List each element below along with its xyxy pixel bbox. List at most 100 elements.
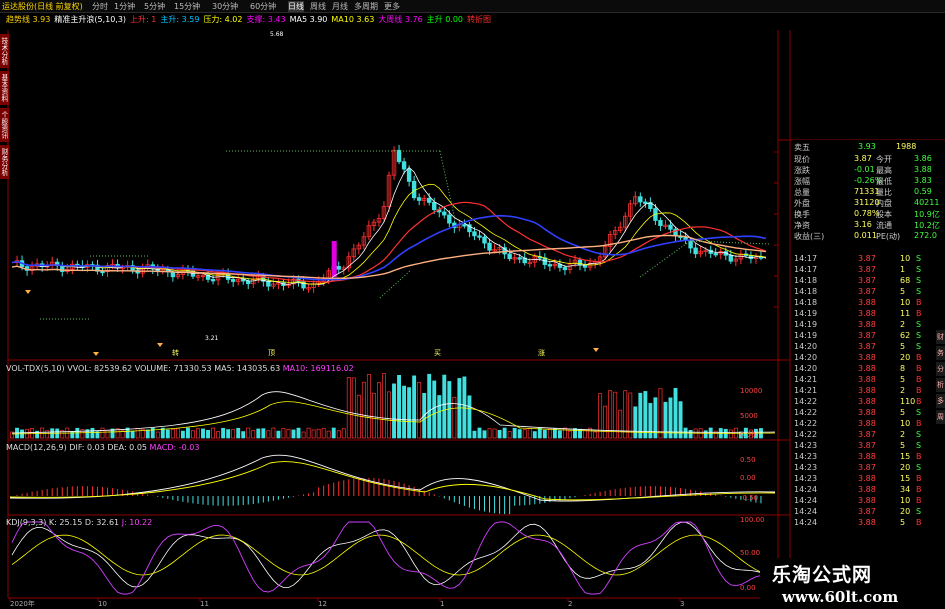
tick-row: 14:20 3.87 5 S (792, 342, 940, 353)
volume-bar (191, 430, 195, 439)
volume-bar (286, 428, 291, 439)
volume-bar (331, 427, 336, 439)
tick-cell: 2 (900, 430, 906, 439)
quote-stat-row: 现价 3.87 今开 3.86 (792, 154, 940, 165)
tick-cell: 15 (900, 452, 911, 461)
quote-cell: PE(动) (876, 232, 901, 241)
right-tab[interactable]: 务 (936, 346, 945, 360)
candle-body (427, 197, 432, 203)
tick-cell: 110 (900, 397, 916, 406)
quote-cell: 3.16 (854, 220, 872, 229)
volume-bar (492, 428, 497, 439)
tick-cell: 10 (900, 496, 911, 505)
date-axis-label: 3 (680, 600, 684, 608)
stop-line (639, 240, 691, 278)
volume-bar (40, 427, 45, 439)
tick-cell: 14:19 (794, 309, 818, 318)
tick-cell: 14:18 (794, 276, 818, 285)
candle-body (638, 196, 643, 203)
tick-cell: 5 (900, 287, 906, 296)
panel-axis-label: -0.50 (740, 494, 758, 502)
signal-label: 涨 (538, 348, 545, 357)
volume-bar (618, 409, 623, 439)
tick-row: 14:18 3.87 68 S (792, 276, 940, 287)
right-tab[interactable]: 分 (936, 362, 945, 376)
volume-bar (432, 380, 437, 439)
stop-line (689, 240, 771, 245)
tick-cell: B (916, 452, 922, 461)
quote-cell: 内盘 (876, 199, 892, 208)
right-tab[interactable]: 周 (936, 410, 945, 424)
tick-cell: 3.87 (858, 507, 876, 516)
tick-cell: 14:22 (794, 408, 818, 417)
right-tab[interactable]: 析 (936, 378, 945, 392)
tick-row: 14:18 3.88 10 B (792, 298, 940, 309)
tick-row: 14:19 3.87 62 S (792, 331, 940, 342)
tick-cell: 3.88 (858, 518, 876, 527)
tick-row: 14:20 3.88 20 B (792, 353, 940, 364)
volume-bar (522, 429, 527, 439)
tick-cell: 3.87 (858, 287, 876, 296)
tick-cell: 14:18 (794, 298, 818, 307)
candle-body (432, 201, 437, 211)
macd-title: MACD(12,26,9) DIF: 0.03 DEA: 0.05 MACD: … (6, 443, 200, 452)
tick-cell: S (916, 507, 922, 516)
right-tab[interactable]: 财 (936, 330, 945, 344)
tick-cell: 14:23 (794, 463, 818, 472)
tick-cell: 14:20 (794, 353, 818, 362)
stop-line (439, 150, 456, 221)
tick-cell: 3.88 (858, 386, 876, 395)
candle-body (396, 149, 402, 163)
right-tab[interactable]: 多 (936, 394, 945, 408)
tick-cell: 14:22 (794, 430, 818, 439)
quote-cell: 3.86 (914, 154, 932, 163)
quote-stat-row: 外盘 31120 内盘 40211 (792, 198, 940, 209)
tick-cell: B (916, 518, 922, 527)
tick-cell: 14:24 (794, 496, 818, 505)
tick-row: 14:20 3.88 8 B (792, 364, 940, 375)
tick-cell: 14:19 (794, 331, 818, 340)
tick-row: 14:23 3.87 20 S (792, 463, 940, 474)
quote-panel: 卖五 3.93 1988 现价 3.87 今开 3.86 涨跌 -0.01 最高 3.88 涨幅 -0.… (792, 140, 945, 609)
volume-bar (507, 431, 512, 439)
quote-cell: 3.83 (914, 176, 932, 185)
tick-cell: 14:21 (794, 375, 818, 384)
volume-bar (658, 388, 663, 439)
tick-row: 14:17 3.87 10 S (792, 254, 940, 265)
ask5-row: 卖五 3.93 1988 (792, 142, 940, 153)
candle-body (547, 264, 553, 267)
tick-cell: S (916, 342, 922, 351)
volume-bar (552, 428, 557, 439)
quote-cell: -0.01 (854, 165, 875, 174)
tick-cell: B (916, 298, 922, 307)
volume-bar (336, 430, 341, 439)
volume-bar (266, 430, 271, 439)
candle-body (507, 253, 512, 260)
volume-bar (517, 429, 522, 439)
tick-cell: 3.87 (858, 254, 876, 263)
tick-row: 14:21 3.88 2 B (792, 386, 940, 397)
quote-cell: 272.0 (914, 231, 937, 240)
tick-cell: 14:18 (794, 287, 818, 296)
candle-body (210, 279, 216, 282)
candle-body (487, 242, 492, 251)
tick-cell: S (916, 408, 922, 417)
volume-bar (568, 430, 572, 439)
tick-cell: S (916, 287, 922, 296)
volume-bar (356, 394, 361, 439)
signal-marker (593, 348, 599, 352)
quote-cell: 1988 (896, 142, 917, 151)
volume-bar (246, 427, 251, 439)
volume-bar (361, 381, 366, 439)
tick-cell: 20 (900, 507, 911, 516)
volume-bar (271, 427, 276, 439)
tick-cell: B (916, 496, 922, 505)
candle-body (643, 201, 648, 204)
volume-bar (703, 430, 708, 439)
volume-bar (321, 428, 326, 439)
tick-cell: 14:21 (794, 386, 818, 395)
candle-body (472, 231, 477, 237)
tick-cell: S (916, 276, 922, 285)
volume-bar (216, 431, 221, 439)
volume-bar (316, 428, 321, 439)
